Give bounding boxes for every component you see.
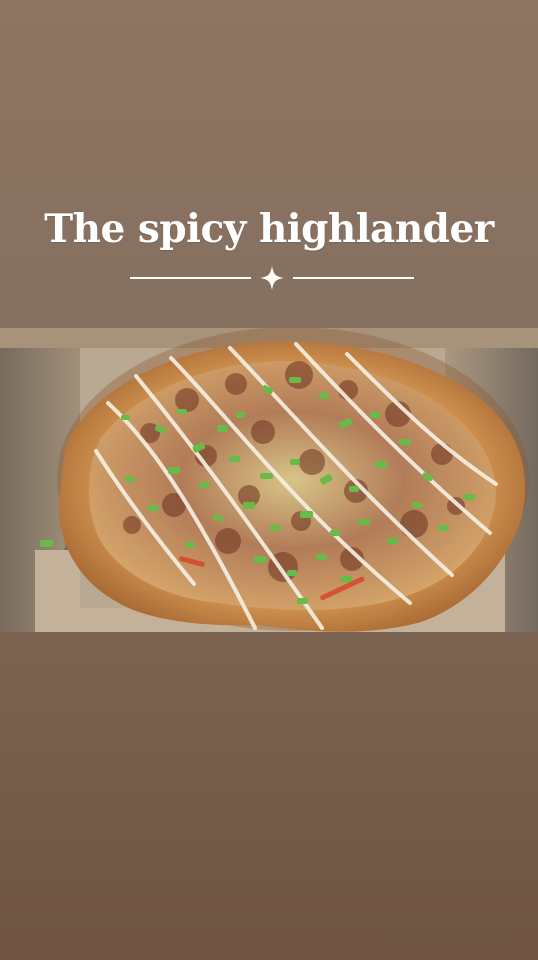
title-block: The spicy highlander (0, 180, 538, 320)
pizza-photo (0, 328, 538, 632)
story-title: The spicy highlander (44, 206, 494, 252)
pizza-image (0, 328, 538, 632)
sparkle-divider-icon (130, 266, 414, 290)
story-screen: The spicy highlander (0, 0, 538, 960)
